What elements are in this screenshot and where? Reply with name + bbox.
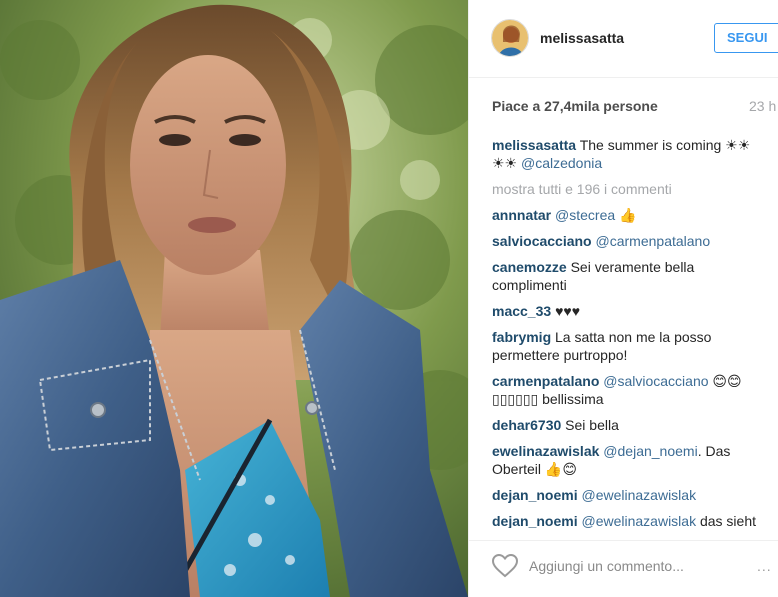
comment-item: carmenpatalano @salviocacciano 😊😊 ▯▯▯▯▯▯… (492, 372, 762, 408)
comment-username[interactable]: salviocacciano (492, 233, 592, 249)
ellipsis-icon[interactable]: ... (757, 558, 772, 574)
instagram-post: melissasatta SEGUI Piace a 27,4mila pers… (0, 0, 778, 597)
post-header: melissasatta SEGUI (469, 0, 778, 78)
caption: melissasatta The summer is coming ☀☀ ☀☀ … (492, 136, 762, 172)
comment-username[interactable]: ewelinazawislak (492, 443, 599, 459)
caption-username[interactable]: melissasatta (492, 137, 576, 153)
comment-item: macc_33 ♥♥♥ (492, 302, 762, 320)
comment-mention[interactable]: @stecrea (555, 207, 615, 223)
comment-item: canemozze Sei veramente bella compliment… (492, 258, 762, 294)
comment-mention[interactable]: @ewelinazawislak (581, 513, 696, 528)
comment-item: ewelinazawislak @dejan_noemi. Das Oberte… (492, 442, 762, 478)
comment-item: dejan_noemi @ewelinazawislak das sieht a… (492, 512, 762, 528)
heart-icon[interactable] (491, 553, 519, 578)
avatar-image (492, 20, 528, 56)
comments-list[interactable]: melissasatta The summer is coming ☀☀ ☀☀ … (492, 136, 762, 528)
comment-username[interactable]: carmenpatalano (492, 373, 599, 389)
post-timestamp[interactable]: 23 h (749, 98, 776, 114)
comment-mention[interactable]: @ewelinazawislak (581, 487, 696, 503)
comment-username[interactable]: fabrymig (492, 329, 551, 345)
follow-button[interactable]: SEGUI (714, 23, 778, 53)
username-link[interactable]: melissasatta (540, 30, 624, 46)
post-side-panel: melissasatta SEGUI Piace a 27,4mila pers… (468, 0, 778, 597)
comment-input[interactable] (529, 555, 729, 577)
comment-username[interactable]: dejan_noemi (492, 513, 578, 528)
comment-item: annnatar @stecrea 👍 (492, 206, 762, 224)
post-photo[interactable] (0, 0, 468, 597)
likes-count[interactable]: Piace a 27,4mila persone (492, 98, 658, 114)
comment-item: dehar6730 Sei bella (492, 416, 762, 434)
comment-mention[interactable]: @dejan_noemi (603, 443, 697, 459)
comment-text: ♥♥♥ (555, 303, 580, 319)
comment-item: dejan_noemi @ewelinazawislak (492, 486, 762, 504)
comment-username[interactable]: macc_33 (492, 303, 551, 319)
avatar[interactable] (491, 19, 529, 57)
comment-mention[interactable]: @salviocacciano (603, 373, 708, 389)
comment-username[interactable]: canemozze (492, 259, 567, 275)
caption-mention[interactable]: @calzedonia (521, 155, 602, 171)
comment-username[interactable]: annnatar (492, 207, 551, 223)
comment-username[interactable]: dejan_noemi (492, 487, 578, 503)
comment-item: fabrymig La satta non me la posso permet… (492, 328, 762, 364)
post-footer: ... (469, 540, 778, 597)
comment-item: salviocacciano @carmenpatalano (492, 232, 762, 250)
comment-username[interactable]: dehar6730 (492, 417, 561, 433)
comment-text: 👍 (615, 207, 637, 223)
comment-mention[interactable]: @carmenpatalano (596, 233, 711, 249)
view-all-comments-link[interactable]: mostra tutti e 196 i commenti (492, 180, 762, 198)
selfie-image (0, 0, 468, 597)
comment-text: Sei bella (565, 417, 619, 433)
